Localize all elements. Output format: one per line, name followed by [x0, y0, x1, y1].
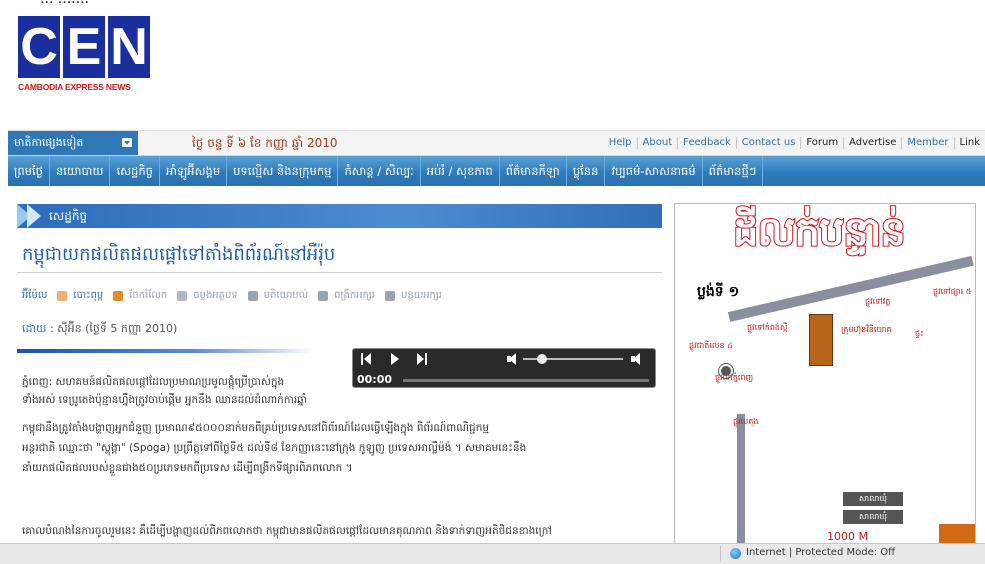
main-nav: ព្រមថ្ងៃ នយោបាយ សេដ្ឋកិច្ច អាំឡូអ៊ីសង្គម… — [8, 156, 985, 186]
nav-item[interactable]: នយោបាយ — [50, 156, 111, 186]
email-link[interactable]: អ៊ីម៉ែល — [22, 288, 47, 303]
security-zone-text[interactable]: Internet | Protected Mode: Off — [746, 547, 895, 558]
globe-icon — [730, 548, 741, 559]
audio-player: 00:00 — [352, 348, 656, 388]
status-separator — [720, 546, 721, 562]
nav-item[interactable]: កំសាន្ត / សិល្បៈ — [338, 156, 421, 186]
map-road — [737, 414, 745, 544]
previous-icon[interactable] — [361, 353, 371, 365]
map-label: ផ្លូវទៅវត្ត — [865, 297, 891, 306]
play-icon[interactable] — [389, 353, 399, 365]
top-links: Help About Feedback Contact us Forum Adv… — [604, 131, 985, 155]
status-bar: Internet | Protected Mode: Off — [0, 543, 985, 564]
nav-item[interactable]: អាំឡូអ៊ីសង្គម — [160, 156, 228, 186]
player-time: 00:00 — [357, 373, 393, 386]
map-label: ផ្លូវទៅផ្សារ ៥ — [933, 287, 972, 296]
link-about[interactable]: About — [638, 137, 679, 149]
map-box: សាលាឃុំ — [843, 510, 903, 524]
byline: ដោយ : សុីអ៊ីន (ថ្ងៃទី 5 កញ្ញា 2010) — [22, 322, 177, 338]
article-tools: អ៊ីម៉ែល បោះពុម្ព ចែករំលែក ចម្លងអត្ថបទ មត… — [22, 288, 452, 303]
byline-value: : សុីអ៊ីន (ថ្ងៃទី 5 កញ្ញា 2010) — [49, 322, 178, 335]
body-line: ភ្នំពេញ: សហគមន៍ផលិតផលផ្តៅដែលប្រមាណប្រមូល… — [22, 376, 285, 388]
comment-icon[interactable] — [247, 290, 258, 301]
print-icon[interactable] — [113, 290, 124, 301]
body-line: អន្តរជាតិ ឈ្មោះថា "ស្ពុង្គា" (Spoga) ប្រ… — [22, 442, 527, 454]
map-plot — [809, 314, 833, 366]
map-box: សាលាឃុំ — [843, 492, 903, 506]
more-content-dropdown[interactable]: មាតិកាផ្សេងទៀត — [8, 131, 138, 155]
font-larger-icon[interactable] — [318, 290, 329, 301]
volume-down-icon[interactable] — [507, 353, 517, 365]
chevron-icon — [27, 204, 41, 228]
link-feedback[interactable]: Feedback — [678, 137, 737, 149]
comment-link[interactable]: មតិយោបល់ — [264, 288, 308, 303]
progress-bar[interactable] — [403, 379, 649, 382]
map-label: ផ្លូវបេតុង — [733, 417, 759, 426]
link-help[interactable]: Help — [604, 137, 638, 149]
nav-item[interactable]: ព័ត៌មានកីឡា — [500, 156, 567, 186]
article-headline: កម្ពុជាយកផលិតផលផ្តៅទៅតាំងពិព័រណ៍នៅអឺរ៉ុប — [22, 244, 336, 265]
ad-title: ដីលក់បន្ទាន់ — [732, 208, 907, 256]
share-icon[interactable] — [177, 290, 188, 301]
print-link[interactable]: បោះពុម្ព — [73, 288, 103, 303]
current-date: ថ្ងៃ ចន្ទ ទី ៦ ខែ កញ្ញា ឆ្នាំ 2010 — [192, 136, 338, 150]
section-label: សេដ្ឋកិច្ច — [49, 209, 88, 223]
map-label: ក្រុមហ៊ុនវិនិយោគ — [841, 325, 892, 334]
site-logo[interactable]: C E N CAMBODIA EXPRESS NEWS — [18, 16, 158, 102]
font-smaller-icon[interactable] — [385, 290, 396, 301]
section-header: សេដ្ឋកិច្ច — [17, 204, 662, 228]
body-line: កម្ពុជានឹងត្រូវតាំងបង្ហាញអ្នកជំនួញ ប្រមា… — [22, 422, 490, 434]
nav-item[interactable]: ប្លុនែន — [567, 156, 606, 186]
link-contact[interactable]: Contact us — [737, 137, 802, 149]
logo-letter-e: E — [63, 16, 105, 78]
map-label: ផ្លូវទៅកំពង់ស្ពឺ — [747, 323, 788, 332]
nav-item[interactable]: ព្រមថ្ងៃ — [8, 156, 50, 186]
cut-off-top-text: ... ....... — [0, 0, 985, 8]
link-advertise[interactable]: Advertise — [844, 137, 903, 149]
logo-letter-n: N — [108, 16, 150, 78]
ad-map-label: ប្លង់ទី ១ — [697, 284, 740, 300]
body-line: ទាំងអស់ ទេប្រូតេងប៉ុន្មានហ្នឹងត្រូវចាប់ផ… — [22, 394, 308, 406]
next-icon[interactable] — [417, 353, 427, 365]
map-scale: 1000 M — [827, 530, 868, 543]
nav-item[interactable]: អប់រំ / សុខភាព — [421, 156, 500, 186]
map-label: ផ្ទះ — [915, 329, 924, 338]
map-label: ផ្លូវជាតិលេខ ៤ — [689, 341, 733, 350]
font-larger-link[interactable]: ពង្រីកអក្សរ — [334, 288, 375, 303]
nav-item[interactable]: ព័ត៌មានថ្មីៗ — [703, 156, 764, 186]
copy-link[interactable]: ចម្លងអត្ថបទ — [193, 288, 237, 303]
nav-item[interactable]: សេដ្ឋកិច្ច — [110, 156, 160, 186]
dropdown-arrow-icon — [122, 138, 132, 147]
more-content-label: មាតិកាផ្សេងទៀត — [14, 136, 84, 149]
volume-up-icon[interactable] — [631, 353, 645, 365]
utility-bar: មាតិកាផ្សេងទៀត ថ្ងៃ ចន្ទ ទី ៦ ខែ កញ្ញា ឆ… — [8, 130, 985, 156]
link-member[interactable]: Member — [902, 137, 955, 149]
map-label: ផ្លូវទៅភ្នំពេញ — [715, 373, 754, 382]
logo-tagline: CAMBODIA EXPRESS NEWS — [18, 82, 131, 92]
divider — [17, 272, 662, 273]
volume-knob[interactable] — [537, 354, 547, 364]
email-icon[interactable] — [57, 290, 68, 301]
share-link[interactable]: ចែករំលែក — [129, 288, 167, 303]
link-forum[interactable]: Forum — [801, 137, 845, 149]
nav-item[interactable]: បទល្មើស និងនក្រុមកម្ម — [227, 156, 339, 186]
byline-key: ដោយ — [22, 322, 47, 335]
body-line: គោលបំណងនៃការចូលរួមនេះ គឺដើម្បីបង្ហាញដល់ព… — [22, 525, 552, 537]
link-link[interactable]: Link — [955, 137, 985, 149]
map-plot — [939, 524, 975, 544]
font-smaller-link[interactable]: បន្ថយអក្សរ — [401, 288, 442, 303]
accent-line — [17, 349, 315, 353]
nav-item[interactable]: វប្បធម៌-សាសនាធម៌ — [605, 156, 703, 186]
body-line: នាំយកផលិតផលរបស់ខ្លួនជាង៥០ប្រភេទមកពីប្រទេ… — [22, 462, 353, 474]
land-sale-ad[interactable]: ដីលក់បន្ទាន់ ប្លង់ទី ១ ផ្លូវទៅផ្សារ ៥ ផ្… — [674, 203, 976, 545]
logo-letter-c: C — [18, 16, 60, 78]
